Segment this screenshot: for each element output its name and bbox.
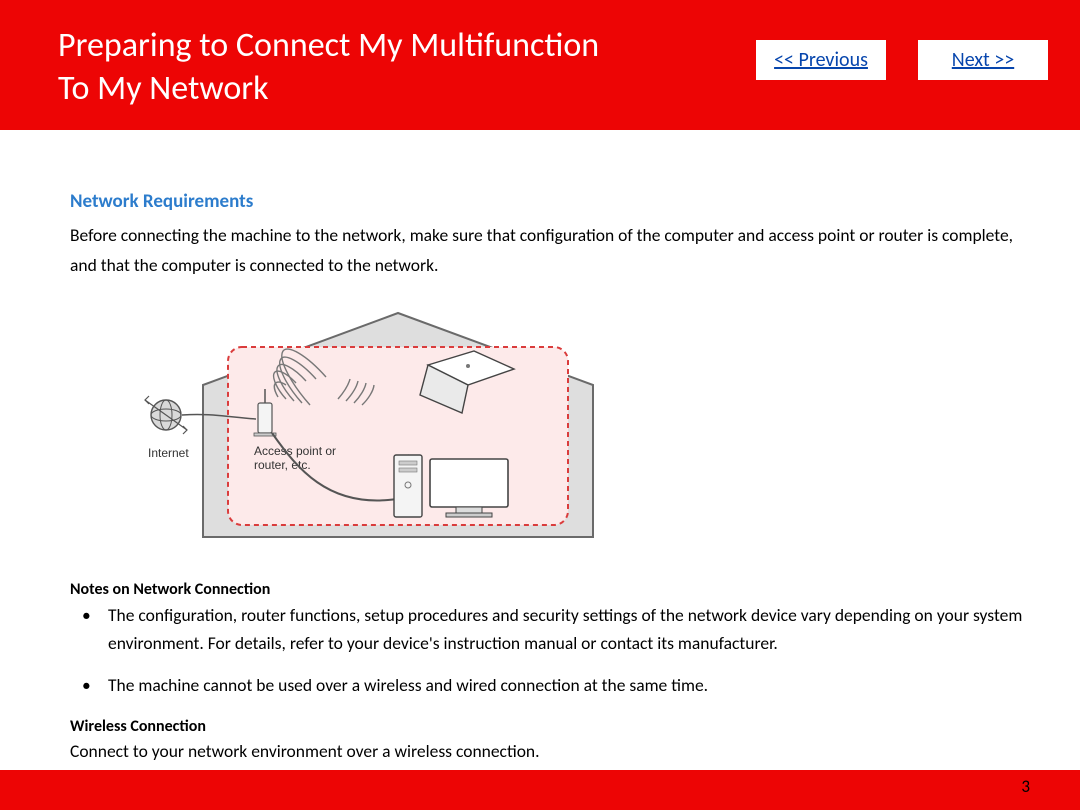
page-title: Preparing to Connect My Multifunction To… <box>58 25 599 110</box>
previous-button[interactable]: << Previous <box>756 40 886 80</box>
next-label: Next >> <box>952 48 1014 72</box>
wireless-heading: Wireless Connection <box>70 717 1025 736</box>
title-line-2: To My Network <box>58 68 269 109</box>
network-diagram: Internet Access point or router, etc. <box>138 305 1025 550</box>
ap-label-1: Access point or <box>254 444 336 458</box>
title-line-1: Preparing to Connect My Multifunction <box>58 25 599 66</box>
intro-text: Before connecting the machine to the net… <box>70 221 1025 281</box>
page-number: 3 <box>1021 776 1030 797</box>
next-button[interactable]: Next >> <box>918 40 1048 80</box>
content-area: Network Requirements Before connecting t… <box>0 130 1080 770</box>
desktop-icon <box>394 455 508 517</box>
nav-buttons: << Previous Next >> <box>756 40 1048 80</box>
previous-label: << Previous <box>774 48 868 72</box>
notes-list: The configuration, router functions, set… <box>70 601 1025 699</box>
footer-strip: 3 <box>0 770 1080 810</box>
list-item: The machine cannot be used over a wirele… <box>70 671 1025 699</box>
header-bar: Preparing to Connect My Multifunction To… <box>0 0 1080 130</box>
section-heading: Network Requirements <box>70 190 1025 213</box>
wireless-text: Connect to your network environment over… <box>70 738 1025 764</box>
network-diagram-svg: Internet Access point or router, etc. <box>138 305 628 545</box>
notes-heading: Notes on Network Connection <box>70 580 1025 599</box>
internet-label: Internet <box>148 446 189 460</box>
globe-icon <box>145 396 187 434</box>
list-item: The configuration, router functions, set… <box>70 601 1025 657</box>
